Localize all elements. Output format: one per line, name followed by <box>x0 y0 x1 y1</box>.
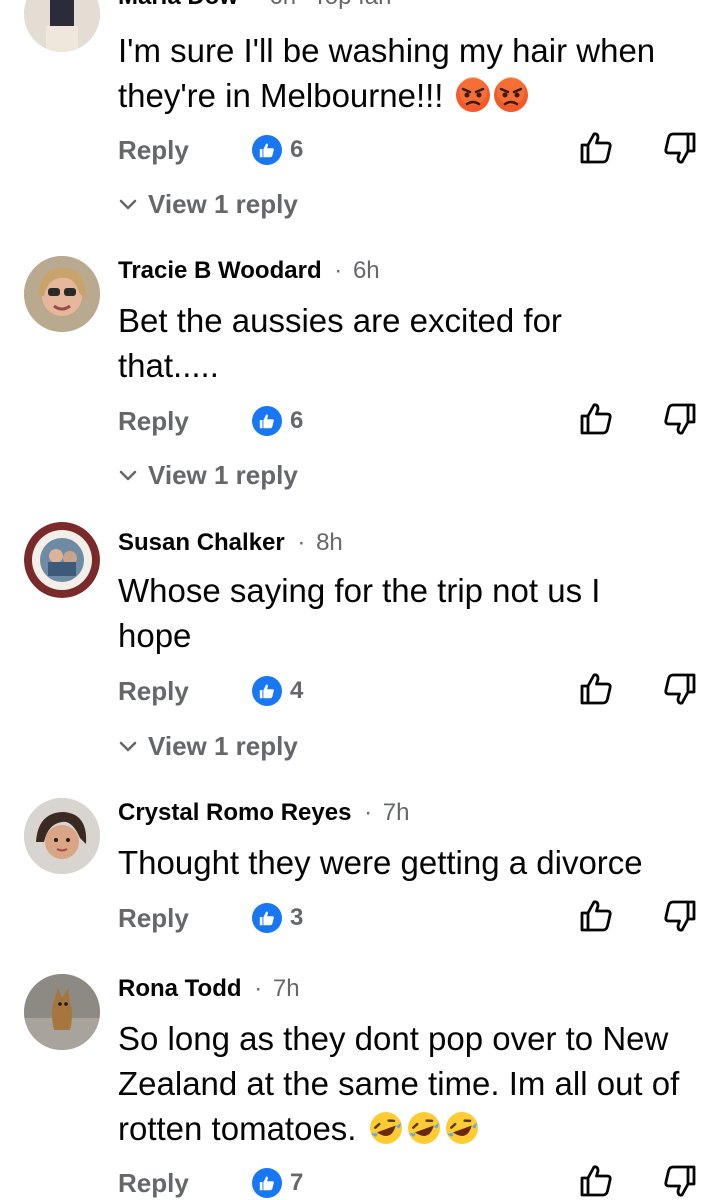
commenter-name[interactable]: Susan Chalker <box>118 529 285 556</box>
avatar[interactable] <box>24 974 100 1050</box>
top-fan-badge: Top fan <box>313 0 392 10</box>
laughing-crying-face-icon <box>406 1110 442 1146</box>
commenter-name[interactable]: Crystal Romo Reyes <box>118 799 351 826</box>
like-count-badge[interactable]: 6 <box>252 405 303 437</box>
thumbs-up-outline-icon[interactable] <box>578 401 614 437</box>
chevron-down-icon <box>119 470 137 481</box>
like-count-badge[interactable]: 3 <box>252 902 303 934</box>
like-count: 6 <box>290 407 304 434</box>
avatar[interactable] <box>24 522 100 598</box>
view-replies-link[interactable]: View 1 reply <box>118 459 298 491</box>
like-count: 4 <box>290 677 304 704</box>
comment-time[interactable]: 6h <box>353 257 380 284</box>
avatar[interactable] <box>24 0 100 52</box>
reply-button[interactable]: Reply <box>118 130 189 170</box>
thumbs-down-outline-icon[interactable] <box>662 1163 698 1199</box>
comment-actions: Reply 4 <box>118 671 698 711</box>
like-count: 3 <box>290 904 304 931</box>
comment-time[interactable]: 8h <box>316 529 343 556</box>
thumbs-down-outline-icon[interactable] <box>662 401 698 437</box>
avatar[interactable] <box>24 798 100 874</box>
like-count: 7 <box>290 1169 304 1196</box>
meta-separator: · <box>364 799 373 826</box>
reply-button[interactable]: Reply <box>118 898 189 938</box>
thumbs-up-icon <box>252 903 282 933</box>
like-count-badge[interactable]: 7 <box>252 1167 303 1199</box>
thumbs-up-icon <box>252 676 282 706</box>
comment-meta: Tracie B Woodard · 6h <box>118 256 380 286</box>
thumbs-up-outline-icon[interactable] <box>578 671 614 707</box>
like-count: 6 <box>290 136 304 163</box>
view-replies-link[interactable]: View 1 reply <box>118 188 298 220</box>
comment-text: Thought they were getting a divorce <box>118 844 643 881</box>
view-replies-link[interactable]: View 1 reply <box>118 730 298 762</box>
comment-meta: Crystal Romo Reyes · 7h <box>118 798 409 828</box>
comment-text: I'm sure I'll be washing my hair when th… <box>118 28 708 118</box>
thumbs-down-outline-icon[interactable] <box>662 130 698 166</box>
chevron-down-icon <box>119 741 137 752</box>
commenter-name[interactable]: Tracie B Woodard <box>118 257 322 284</box>
view-replies-label: View 1 reply <box>148 460 298 490</box>
thumbs-up-outline-icon[interactable] <box>578 130 614 166</box>
avatar[interactable] <box>24 256 100 332</box>
laughing-crying-face-icon <box>368 1110 404 1146</box>
angry-face-icon <box>493 77 529 113</box>
comment-text: Whose saying for the trip not us I hope <box>118 572 601 654</box>
comment-meta: Maria Dow · 6h Top fan <box>118 0 391 12</box>
comment-actions: Reply 3 <box>118 898 698 938</box>
view-replies-label: View 1 reply <box>148 189 298 219</box>
commenter-name[interactable]: Maria Dow <box>118 0 238 10</box>
meta-separator: · <box>297 529 306 556</box>
laughing-crying-face-icon <box>444 1110 480 1146</box>
comment-text: So long as they dont pop over to New Zea… <box>118 1016 708 1151</box>
chevron-down-icon <box>119 199 137 210</box>
comment-meta: Susan Chalker · 8h <box>118 528 343 558</box>
meta-separator: · <box>254 975 263 1002</box>
thumbs-down-outline-icon[interactable] <box>662 898 698 934</box>
comment-actions: Reply 7 <box>118 1163 698 1200</box>
view-replies-label: View 1 reply <box>148 731 298 761</box>
comment-meta: Rona Todd · 7h <box>118 974 300 1004</box>
like-count-badge[interactable]: 6 <box>252 134 303 166</box>
thumbs-up-outline-icon[interactable] <box>578 1163 614 1199</box>
commenter-name[interactable]: Rona Todd <box>118 975 242 1002</box>
reply-button[interactable]: Reply <box>118 1163 189 1200</box>
thumbs-up-icon <box>252 1168 282 1198</box>
meta-separator: · <box>251 0 259 10</box>
meta-separator: · <box>334 257 343 284</box>
thumbs-down-outline-icon[interactable] <box>662 671 698 707</box>
angry-face-icon <box>455 77 491 113</box>
thumbs-up-icon <box>252 135 282 165</box>
comment-body: I'm sure I'll be washing my hair when th… <box>118 32 656 114</box>
thumbs-up-outline-icon[interactable] <box>578 898 614 934</box>
comment-time[interactable]: 6h <box>269 0 296 10</box>
reply-button[interactable]: Reply <box>118 401 189 441</box>
thumbs-up-icon <box>252 406 282 436</box>
comment-actions: Reply 6 <box>118 130 698 170</box>
reply-button[interactable]: Reply <box>118 671 189 711</box>
comment-time[interactable]: 7h <box>273 975 300 1002</box>
comment-time[interactable]: 7h <box>383 799 410 826</box>
comment-text: Bet the aussies are excited for that....… <box>118 302 562 384</box>
like-count-badge[interactable]: 4 <box>252 675 303 707</box>
comment-actions: Reply 6 <box>118 401 698 441</box>
